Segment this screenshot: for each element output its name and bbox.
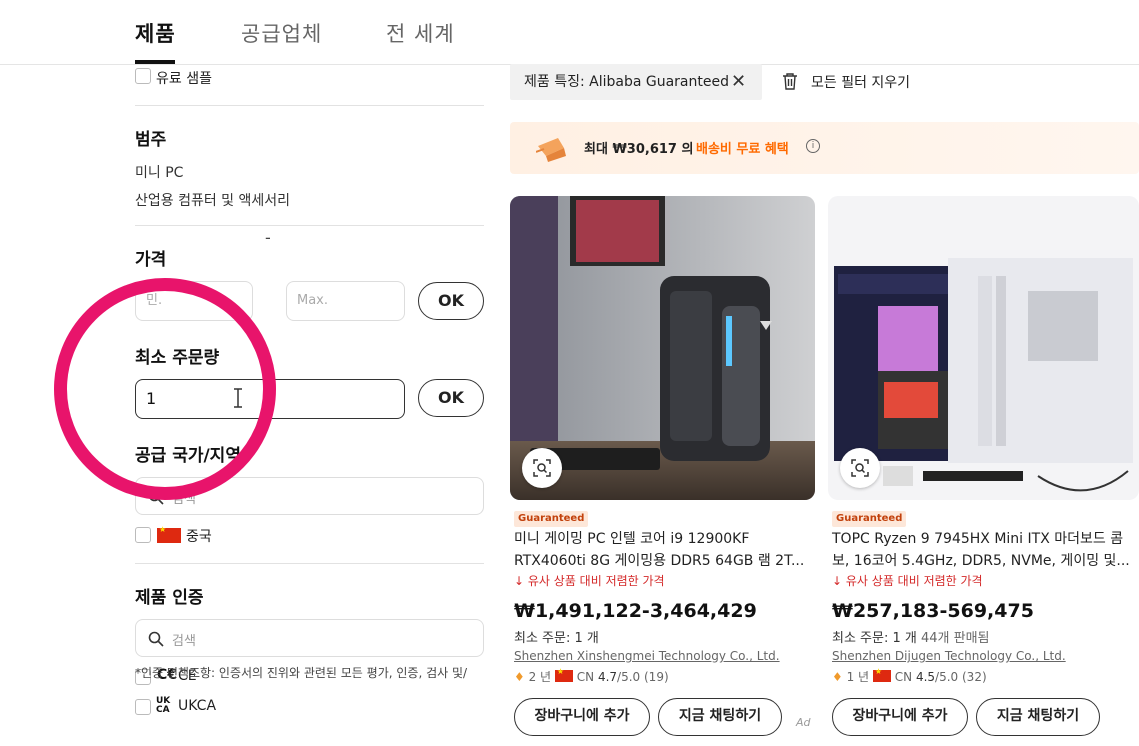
- cert-checkbox-ukca[interactable]: [135, 699, 151, 715]
- price-range-dash: -: [265, 228, 271, 247]
- divider: [135, 105, 484, 106]
- product-title-line-1[interactable]: 미니 게이밍 PC 인텔 코어 i9 12900KF: [514, 528, 749, 550]
- review-count: (32): [962, 670, 987, 684]
- sold-count: 44개 판매됨: [921, 631, 990, 646]
- product-title-line-2[interactable]: RTX4060ti 8G 게이밍용 DDR5 64GB 램 2T...: [514, 550, 804, 572]
- cert-label-ukca: UKCA: [178, 698, 217, 714]
- certification-title: 제품 인증: [135, 588, 204, 608]
- product-moq: 최소 주문: 1 개: [514, 631, 599, 646]
- product-price: ₩1,491,122-3,464,429: [514, 600, 757, 622]
- search-icon: [148, 489, 164, 505]
- search-icon: [148, 631, 164, 647]
- supplier-country: CN: [576, 670, 595, 684]
- supplier-country: CN: [894, 670, 913, 684]
- gold-supplier-icon: ♦: [832, 670, 843, 684]
- certification-search-input[interactable]: 검색: [135, 619, 484, 657]
- product-price: ₩257,183-569,475: [832, 600, 1034, 622]
- supplier-link[interactable]: Shenzhen Dijugen Technology Co., Ltd.: [832, 649, 1066, 663]
- product-moq: 최소 주문: 1 개 44개 판매됨: [832, 627, 990, 646]
- product-title-line-2[interactable]: 보, 16코어 5.4GHz, DDR5, NVMe, 게이밍 및...: [832, 550, 1130, 572]
- paid-sample-label: 유료 샘플: [156, 71, 212, 87]
- certification-search-placeholder: 검색: [172, 634, 196, 649]
- shipping-promo-banner: 최대 ₩30,617 의 배송비 무료 혜택 i: [510, 122, 1139, 174]
- chat-now-button[interactable]: 지금 채팅하기: [976, 698, 1100, 736]
- supplier-meta: ♦ 1 년 CN 4.5/5.0 (32): [832, 667, 987, 685]
- price-max-input[interactable]: Max.: [286, 281, 405, 321]
- rating-value: 4.7: [597, 670, 618, 684]
- price-ok-button[interactable]: OK: [418, 282, 484, 320]
- cheaper-tag-label: 유사 상품 대비 저렴한 가격: [527, 574, 665, 588]
- clear-all-label: 모든 필터 지우기: [811, 75, 911, 91]
- rating-max: /5.0: [935, 670, 959, 684]
- active-tab-indicator: [135, 60, 175, 64]
- down-arrow-icon: ↓: [514, 574, 525, 588]
- tab-worldwide[interactable]: 전 세계: [386, 18, 455, 48]
- price-title: 가격: [135, 250, 167, 270]
- supplier-years: 1 년: [846, 670, 870, 684]
- country-checkbox-china[interactable]: [135, 527, 151, 543]
- ukca-mark-icon: UK CA: [156, 696, 171, 715]
- price-min-input[interactable]: 민.: [135, 281, 253, 321]
- moq-input[interactable]: 1: [135, 379, 405, 419]
- cheaper-tag-label: 유사 상품 대비 저렴한 가격: [845, 574, 983, 588]
- close-icon[interactable]: ✕: [731, 71, 746, 92]
- moq-value: 최소 주문: 1 개: [832, 631, 917, 646]
- certification-disclaimer: *인증 면책조항: 인증서의 진위와 관련된 모든 평가, 인증, 검사 및/: [135, 666, 468, 680]
- region-search-input[interactable]: 검색: [135, 477, 484, 515]
- supplier-meta: ♦ 2 년 CN 4.7/5.0 (19): [514, 667, 669, 685]
- cheaper-tag: ↓ 유사 상품 대비 저렴한 가격: [514, 572, 665, 589]
- chat-now-button[interactable]: 지금 채팅하기: [658, 698, 782, 736]
- trash-icon: [783, 73, 797, 90]
- china-flag-icon: [554, 667, 573, 682]
- rating-value: 4.5: [915, 670, 936, 684]
- tab-products[interactable]: 제품: [135, 18, 176, 48]
- category-item-industrial[interactable]: 산업용 컴퓨터 및 액세서리: [135, 190, 290, 210]
- gold-supplier-icon: ♦: [514, 670, 525, 684]
- guaranteed-badge: Guaranteed: [514, 511, 589, 527]
- rating-max: /5.0: [617, 670, 641, 684]
- divider: [135, 225, 484, 226]
- add-to-cart-button[interactable]: 장바구니에 추가: [832, 698, 968, 736]
- supplier-region-title: 공급 국가/지역: [135, 446, 241, 466]
- review-count: (19): [644, 670, 669, 684]
- info-icon[interactable]: i: [806, 139, 820, 153]
- tab-suppliers[interactable]: 공급업체: [241, 18, 322, 48]
- guaranteed-badge: Guaranteed: [832, 511, 907, 527]
- truck-icon: [536, 138, 566, 162]
- image-search-button[interactable]: [840, 448, 880, 488]
- down-arrow-icon: ↓: [832, 574, 843, 588]
- promo-highlight: 배송비 무료 혜택: [696, 142, 789, 157]
- image-search-button[interactable]: [522, 448, 562, 488]
- active-filter-chip: 제품 특징: Alibaba Guaranteed: [510, 64, 762, 100]
- image-search-icon: [533, 459, 551, 477]
- region-search-placeholder: 검색: [172, 492, 196, 507]
- moq-ok-button[interactable]: OK: [418, 379, 484, 417]
- country-label-china: 중국: [186, 529, 212, 545]
- add-to-cart-button[interactable]: 장바구니에 추가: [514, 698, 650, 736]
- image-search-icon: [851, 459, 869, 477]
- paid-sample-checkbox[interactable]: [135, 68, 151, 84]
- promo-text: 최대 ₩30,617 의: [584, 142, 694, 157]
- product-title-line-1[interactable]: TOPC Ryzen 9 7945HX Mini ITX 마더보드 콤: [832, 528, 1123, 550]
- cheaper-tag: ↓ 유사 상품 대비 저렴한 가격: [832, 572, 983, 589]
- category-title: 범주: [135, 130, 167, 150]
- divider: [135, 563, 484, 564]
- supplier-years: 2 년: [528, 670, 552, 684]
- ad-label: Ad: [796, 716, 811, 729]
- china-flag-icon: [157, 525, 181, 543]
- top-tabs: 제품 공급업체 전 세계: [0, 0, 1139, 65]
- category-item-mini-pc[interactable]: 미니 PC: [135, 162, 183, 182]
- moq-title: 최소 주문량: [135, 348, 220, 368]
- china-flag-icon: [872, 667, 891, 682]
- supplier-link[interactable]: Shenzhen Xinshengmei Technology Co., Ltd…: [514, 649, 780, 663]
- text-cursor-icon: [234, 388, 242, 408]
